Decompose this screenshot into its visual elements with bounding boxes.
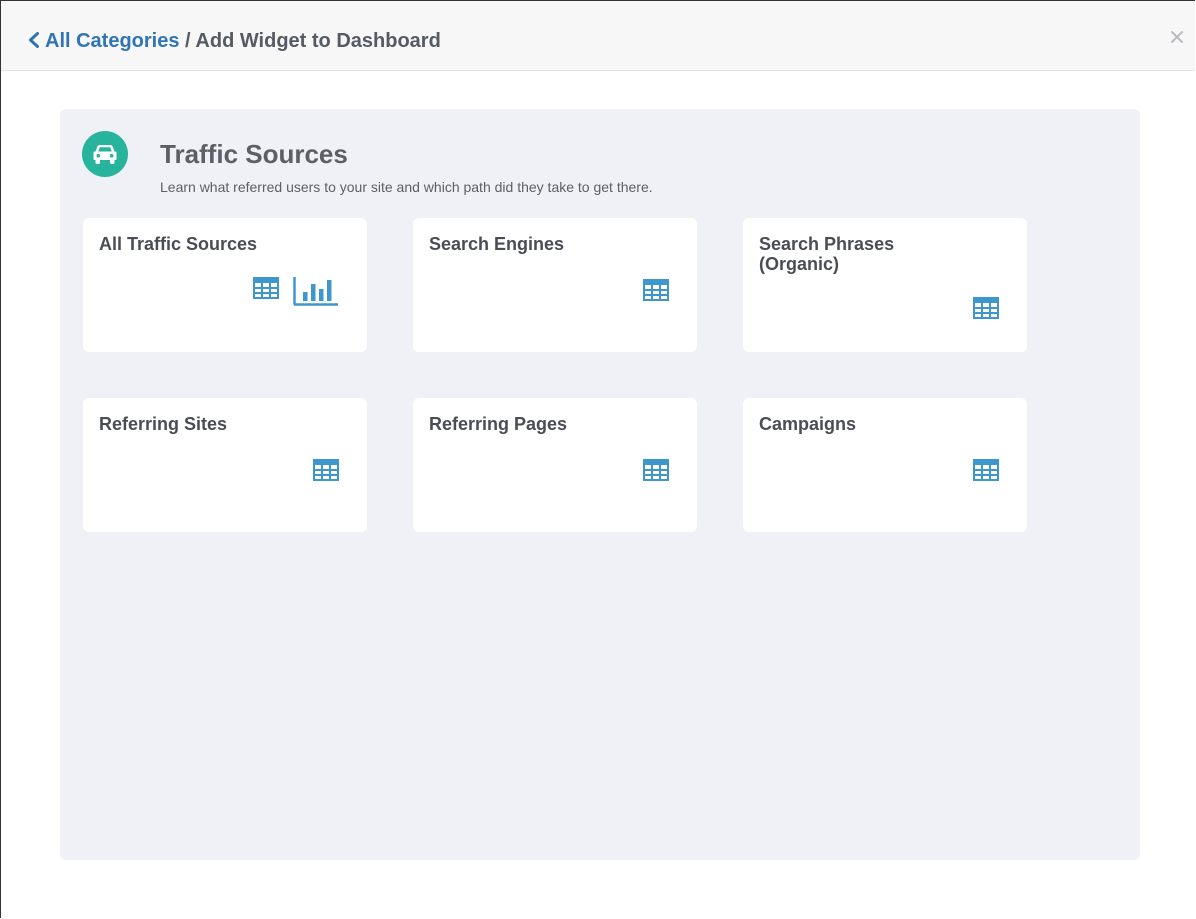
table-icon[interactable]	[313, 458, 339, 482]
widget-card-campaigns[interactable]: Campaigns	[743, 398, 1027, 532]
car-icon	[93, 145, 117, 164]
table-icon[interactable]	[643, 458, 669, 482]
table-icon[interactable]	[973, 296, 999, 320]
table-icon[interactable]	[253, 276, 279, 300]
widget-title: Campaigns	[759, 414, 857, 434]
widget-card-all-traffic-sources[interactable]: All Traffic Sources	[83, 218, 367, 352]
breadcrumb: All Categories / Add Widget to Dashboard	[27, 29, 441, 53]
category-panel: Traffic Sources Learn what referred user…	[60, 109, 1140, 860]
widget-title: Referring Sites	[99, 414, 228, 434]
widget-card-search-engines[interactable]: Search Engines	[413, 218, 697, 352]
dialog-title: Add Widget to Dashboard	[195, 30, 441, 52]
dialog-header: All Categories / Add Widget to Dashboard	[1, 1, 1195, 71]
widget-card-referring-sites[interactable]: Referring Sites	[83, 398, 367, 532]
close-icon	[1171, 31, 1183, 43]
back-to-categories-link[interactable]: All Categories	[27, 30, 179, 52]
widget-card-referring-pages[interactable]: Referring Pages	[413, 398, 697, 532]
category-icon-badge	[82, 131, 128, 177]
table-icon[interactable]	[643, 278, 669, 302]
close-button[interactable]	[1167, 27, 1187, 47]
bar-chart-icon[interactable]	[293, 276, 339, 306]
back-label: All Categories	[45, 30, 180, 52]
widget-title: Search Phrases (Organic)	[759, 234, 895, 274]
widget-title: Search Engines	[429, 234, 565, 254]
category-title: Traffic Sources	[160, 139, 348, 169]
category-description: Learn what referred users to your site a…	[160, 179, 653, 195]
chevron-left-icon	[29, 32, 39, 48]
breadcrumb-separator: /	[179, 30, 196, 52]
add-widget-dialog: All Categories / Add Widget to Dashboard…	[0, 0, 1195, 918]
widget-title: All Traffic Sources	[99, 234, 258, 254]
table-icon[interactable]	[973, 458, 999, 482]
widget-title: Referring Pages	[429, 414, 568, 434]
widget-card-search-phrases-organic[interactable]: Search Phrases (Organic)	[743, 218, 1027, 352]
